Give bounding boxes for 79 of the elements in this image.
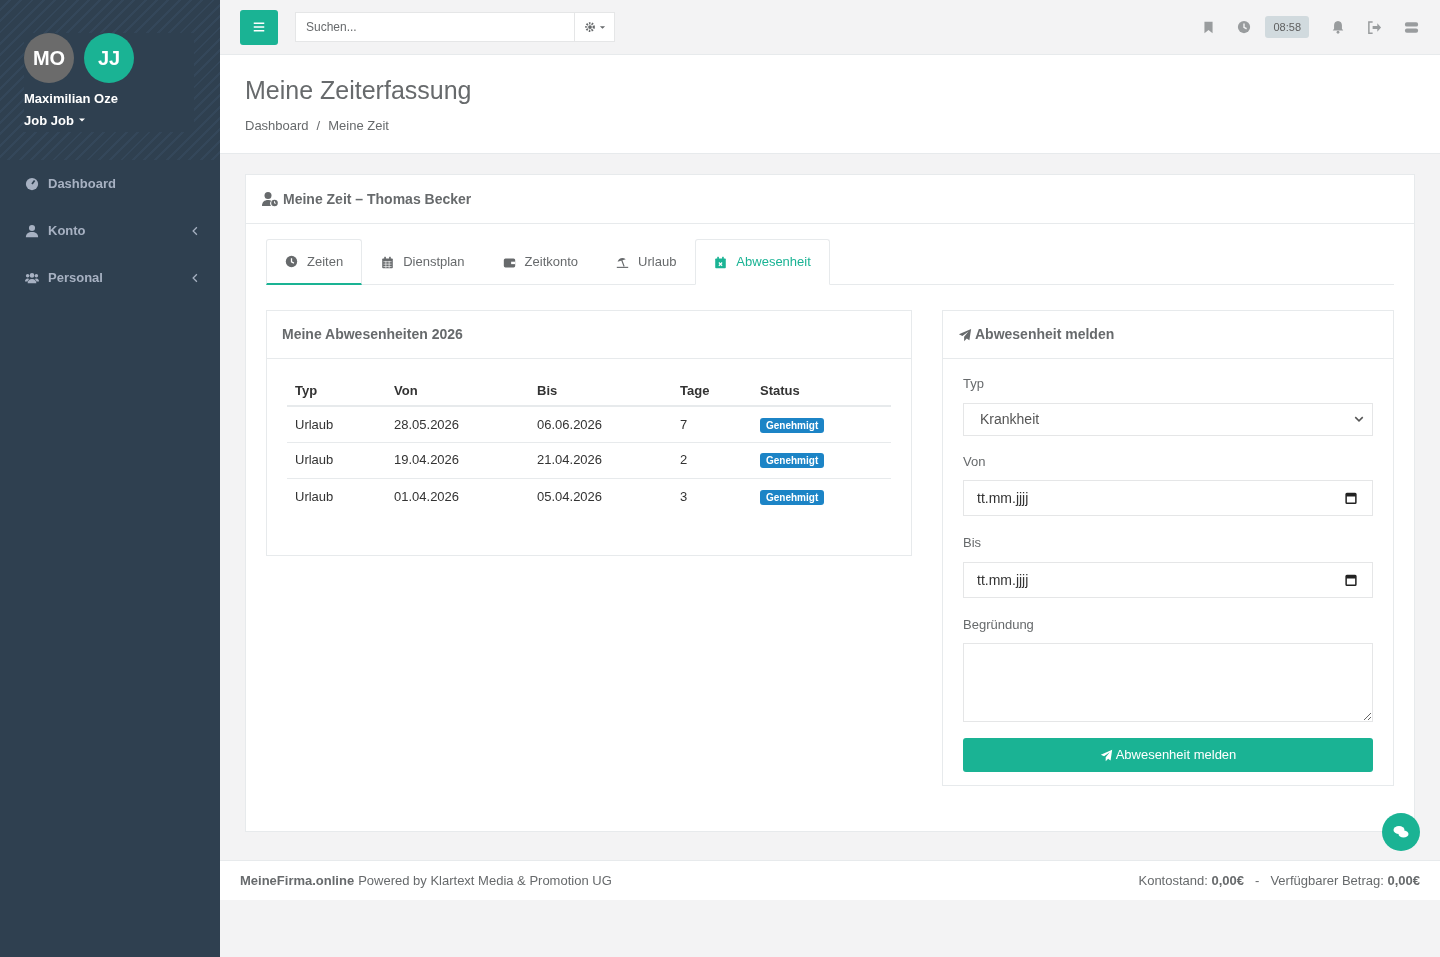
table-cell: 28.05.2026 — [386, 406, 529, 442]
sidebar-item[interactable]: Personal — [0, 254, 220, 301]
paper-plane-icon — [958, 327, 972, 342]
table-cell: 19.04.2026 — [386, 442, 529, 478]
wallet-icon — [502, 255, 516, 269]
select-field[interactable]: Krankheit — [963, 402, 1373, 436]
field-label: Bis — [963, 534, 983, 552]
bookmark-icon — [1202, 20, 1216, 34]
chat-button[interactable] — [1382, 813, 1420, 851]
panel-title: Meine Abwesenheiten 2026 — [267, 311, 911, 359]
textarea-field[interactable] — [963, 643, 1373, 722]
chat-bubbles-icon — [1393, 824, 1409, 840]
breadcrumb-link[interactable]: Dashboard — [245, 116, 309, 136]
column-header: Status — [752, 376, 891, 406]
field-label: Typ — [963, 375, 985, 393]
caret-icon — [598, 23, 606, 31]
user-name: Maximilian Oze — [24, 90, 119, 108]
time-badge: 08:58 — [1265, 15, 1309, 39]
balance-text: Kontostand: 0,00€ — [1138, 871, 1245, 890]
clock-icon — [285, 255, 298, 268]
table-cell: 3 — [672, 478, 752, 514]
table-cell: 7 — [672, 406, 752, 442]
tab[interactable]: Urlaub — [597, 239, 696, 285]
table-cell: Urlaub — [287, 478, 386, 514]
column-header: Tage — [672, 376, 752, 406]
settings-dropdown-button[interactable] — [574, 12, 615, 42]
calendar-icon — [1345, 492, 1357, 504]
field-label: Von — [963, 452, 987, 471]
panel-title: Abwesenheit melden — [975, 325, 1115, 344]
tab[interactable]: Dienstplan — [362, 239, 484, 285]
status-badge: Genehmigt — [760, 417, 825, 433]
menu-button[interactable] — [240, 9, 278, 45]
calendar-x-icon — [714, 255, 728, 269]
menu-icon — [253, 21, 265, 33]
sign-out-icon — [1367, 19, 1382, 35]
date-field[interactable]: tt.mm.jjjj — [963, 480, 1373, 516]
search-field[interactable]: Suchen... — [295, 12, 575, 42]
table-cell: 2 — [672, 442, 752, 478]
calendar-icon — [1345, 573, 1357, 586]
page-title: Meine Zeiterfassung — [245, 75, 473, 105]
chevron-down-icon — [1354, 414, 1364, 424]
gauge-icon — [25, 176, 39, 191]
settings-icon — [583, 21, 596, 33]
credit-text: Powered by Klartext Media & Promotion UG — [358, 871, 612, 890]
column-header: Von — [386, 376, 529, 406]
server-icon — [1404, 19, 1419, 35]
tab[interactable]: Zeitkonto — [483, 239, 598, 285]
user-icon — [25, 223, 39, 238]
brand-name: MeineFirma.online — [240, 871, 355, 890]
table-cell: 21.04.2026 — [529, 442, 672, 478]
table-cell: 06.06.2026 — [529, 406, 672, 442]
table-cell: 01.04.2026 — [386, 478, 529, 514]
column-header: Typ — [287, 376, 386, 406]
card-title: Meine Zeit – Thomas Becker — [283, 189, 472, 209]
role-dropdown[interactable]: Job Job — [24, 110, 194, 130]
user-clock-icon — [261, 191, 279, 207]
beach-umbrella-icon — [616, 255, 630, 269]
bell-icon — [1331, 20, 1345, 34]
tab[interactable]: Abwesenheit — [695, 239, 830, 285]
separator-text: - — [1255, 871, 1260, 890]
status-badge: Genehmigt — [760, 453, 825, 469]
tab[interactable]: Zeiten — [266, 239, 363, 285]
date-field[interactable]: tt.mm.jjjj — [963, 561, 1373, 598]
table-cell: Urlaub — [287, 442, 386, 478]
table-cell: 05.04.2026 — [529, 478, 672, 514]
table-cell: Urlaub — [287, 406, 386, 442]
avatar[interactable]: MO — [24, 33, 74, 83]
users-icon — [25, 270, 39, 285]
status-badge: Genehmigt — [760, 489, 825, 505]
sidebar-item[interactable]: Dashboard — [0, 160, 220, 207]
breadcrumb-link[interactable]: Meine Zeit — [328, 116, 389, 136]
available-text: Verfügbarer Betrag: 0,00€ — [1270, 871, 1420, 890]
calendar-icon — [381, 255, 395, 269]
column-header: Bis — [529, 376, 672, 406]
clock-icon — [1237, 20, 1252, 34]
breadcrumb-separator: / — [316, 117, 321, 135]
field-label: Begründung — [963, 615, 1035, 634]
sidebar-item[interactable]: Konto — [0, 207, 220, 254]
paper-plane-icon — [1099, 748, 1113, 762]
